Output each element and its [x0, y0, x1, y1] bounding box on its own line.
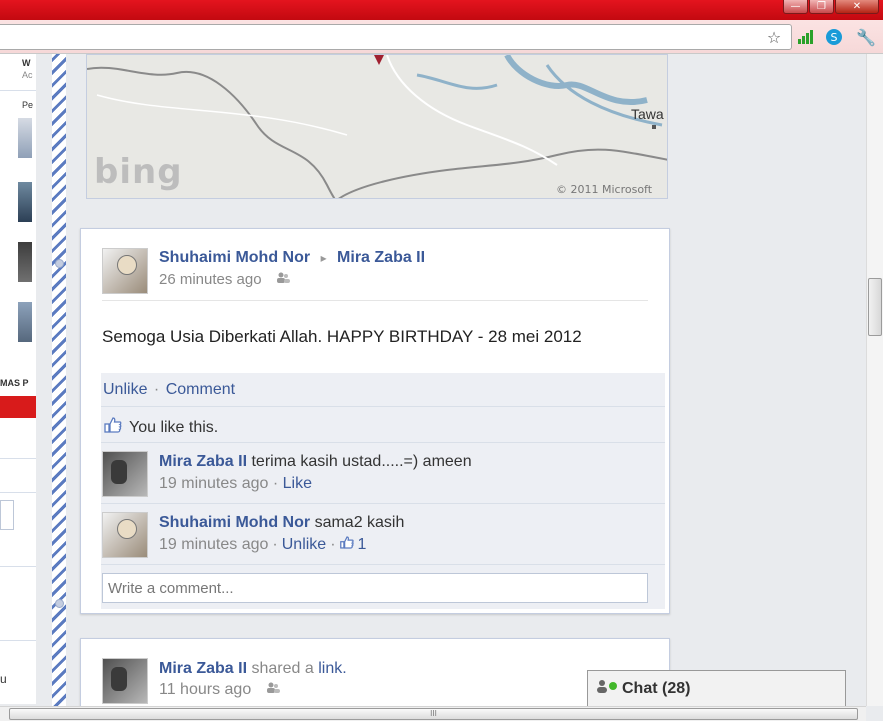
comment-avatar[interactable] — [102, 451, 148, 497]
comment-body: Shuhaimi Mohd Nor sama2 kasih — [159, 514, 404, 532]
window-controls: — ❐ ✕ — [783, 0, 879, 14]
author-link[interactable]: Shuhaimi Mohd Nor — [159, 249, 310, 266]
sidebar-fragment: W — [22, 58, 31, 68]
story-meta: 26 minutes ago — [159, 271, 290, 288]
comment-link[interactable]: Comment — [166, 381, 235, 398]
address-bar[interactable] — [0, 24, 792, 50]
separator: · — [330, 536, 336, 553]
bing-logo: bing — [94, 152, 183, 192]
separator: · — [153, 381, 160, 398]
window-titlebar: — ❐ ✕ — [0, 0, 883, 20]
comment-meta: 19 minutes ago · Like — [159, 475, 312, 493]
comment-timestamp[interactable]: 19 minutes ago — [159, 536, 268, 554]
map-copyright: © 2011 Microsoft — [556, 183, 653, 196]
sidebar-fragment: u — [0, 672, 7, 686]
sidebar-fragment: MAS P — [0, 378, 29, 388]
wrench-icon[interactable]: 🔧 — [856, 27, 876, 47]
horizontal-scroll-thumb[interactable]: III — [9, 708, 858, 720]
shared-link[interactable]: link. — [318, 660, 346, 677]
story-meta: 11 hours ago — [159, 681, 280, 699]
comment-meta: 19 minutes ago · Unlike · 1 — [159, 536, 366, 554]
story-message: Semoga Usia Diberkati Allah. HAPPY BIRTH… — [102, 327, 582, 346]
chat-bar[interactable]: Chat (28) — [587, 670, 846, 706]
story-header: Shuhaimi Mohd Nor ▸ Mira Zaba II — [159, 249, 425, 267]
sidebar-thumbnail[interactable] — [18, 242, 32, 282]
comment-author-link[interactable]: Shuhaimi Mohd Nor — [159, 514, 310, 531]
comment-input[interactable]: Write a comment... — [102, 573, 648, 603]
separator: · — [272, 536, 278, 553]
sidebar-input[interactable] — [0, 500, 14, 530]
shared-text: shared a — [251, 660, 314, 677]
maximize-button[interactable]: ❐ — [809, 0, 834, 14]
comment-like-link[interactable]: Like — [283, 475, 312, 492]
comment-body: Mira Zaba II terima kasih ustad.....=) a… — [159, 453, 472, 471]
comment-like-count[interactable]: 1 — [339, 536, 367, 554]
separator: · — [272, 475, 279, 492]
unlike-link[interactable]: Unlike — [103, 381, 147, 398]
signal-icon[interactable] — [795, 27, 815, 47]
vertical-scrollbar[interactable] — [866, 54, 883, 706]
sidebar-thumbnail[interactable] — [18, 182, 32, 222]
comment-unlike-link[interactable]: Unlike — [282, 536, 326, 554]
sidebar-fragment: Ac — [22, 70, 33, 80]
story-header: Mira Zaba II shared a link. — [159, 660, 347, 678]
chat-tab[interactable]: Chat (28) — [596, 679, 690, 698]
extension-icon[interactable]: S — [824, 27, 844, 47]
timestamp[interactable]: 11 hours ago — [159, 681, 251, 698]
chat-icon — [596, 679, 618, 698]
map-place-label: Tawa — [631, 106, 664, 122]
thumbs-up-icon — [339, 536, 354, 554]
timeline-spine — [52, 54, 66, 706]
timeline-dot — [55, 599, 64, 608]
arrow-icon: ▸ — [320, 251, 327, 265]
avatar[interactable] — [102, 248, 148, 294]
divider — [102, 300, 648, 301]
likes-summary: You like this. — [104, 417, 218, 438]
comment-text: sama2 kasih — [314, 514, 405, 531]
target-link[interactable]: Mira Zaba II — [337, 249, 425, 266]
chat-label: Chat (28) — [622, 679, 691, 697]
timeline-dot — [55, 259, 64, 268]
author-link[interactable]: Mira Zaba II — [159, 660, 247, 677]
like-count-value: 1 — [357, 536, 367, 553]
left-sidebar: W Ac Pe MAS P u — [0, 54, 36, 704]
sidebar-red-banner — [0, 396, 36, 418]
vertical-scroll-thumb[interactable] — [868, 278, 882, 336]
svg-text:S: S — [831, 31, 838, 44]
friends-icon[interactable] — [266, 681, 280, 699]
timestamp[interactable]: 26 minutes ago — [159, 271, 262, 288]
comment-avatar[interactable] — [102, 512, 148, 558]
comment-text: terima kasih ustad.....=) ameen — [251, 453, 472, 470]
star-icon[interactable]: ☆ — [764, 27, 784, 47]
sidebar-thumbnail[interactable] — [18, 118, 32, 158]
comment-timestamp[interactable]: 19 minutes ago — [159, 475, 268, 492]
action-links: Unlike · Comment — [103, 381, 235, 399]
sidebar-fragment: Pe — [22, 100, 34, 110]
likes-text: You like this. — [129, 418, 219, 436]
browser-toolbar: ☆ S 🔧 — [0, 20, 883, 54]
comment-author-link[interactable]: Mira Zaba II — [159, 453, 247, 470]
thumbs-up-icon — [104, 417, 122, 438]
sidebar-thumbnail[interactable] — [18, 302, 32, 342]
avatar[interactable] — [102, 658, 148, 704]
minimize-button[interactable]: — — [783, 0, 808, 14]
friends-icon[interactable] — [276, 271, 290, 288]
close-button[interactable]: ✕ — [835, 0, 879, 14]
